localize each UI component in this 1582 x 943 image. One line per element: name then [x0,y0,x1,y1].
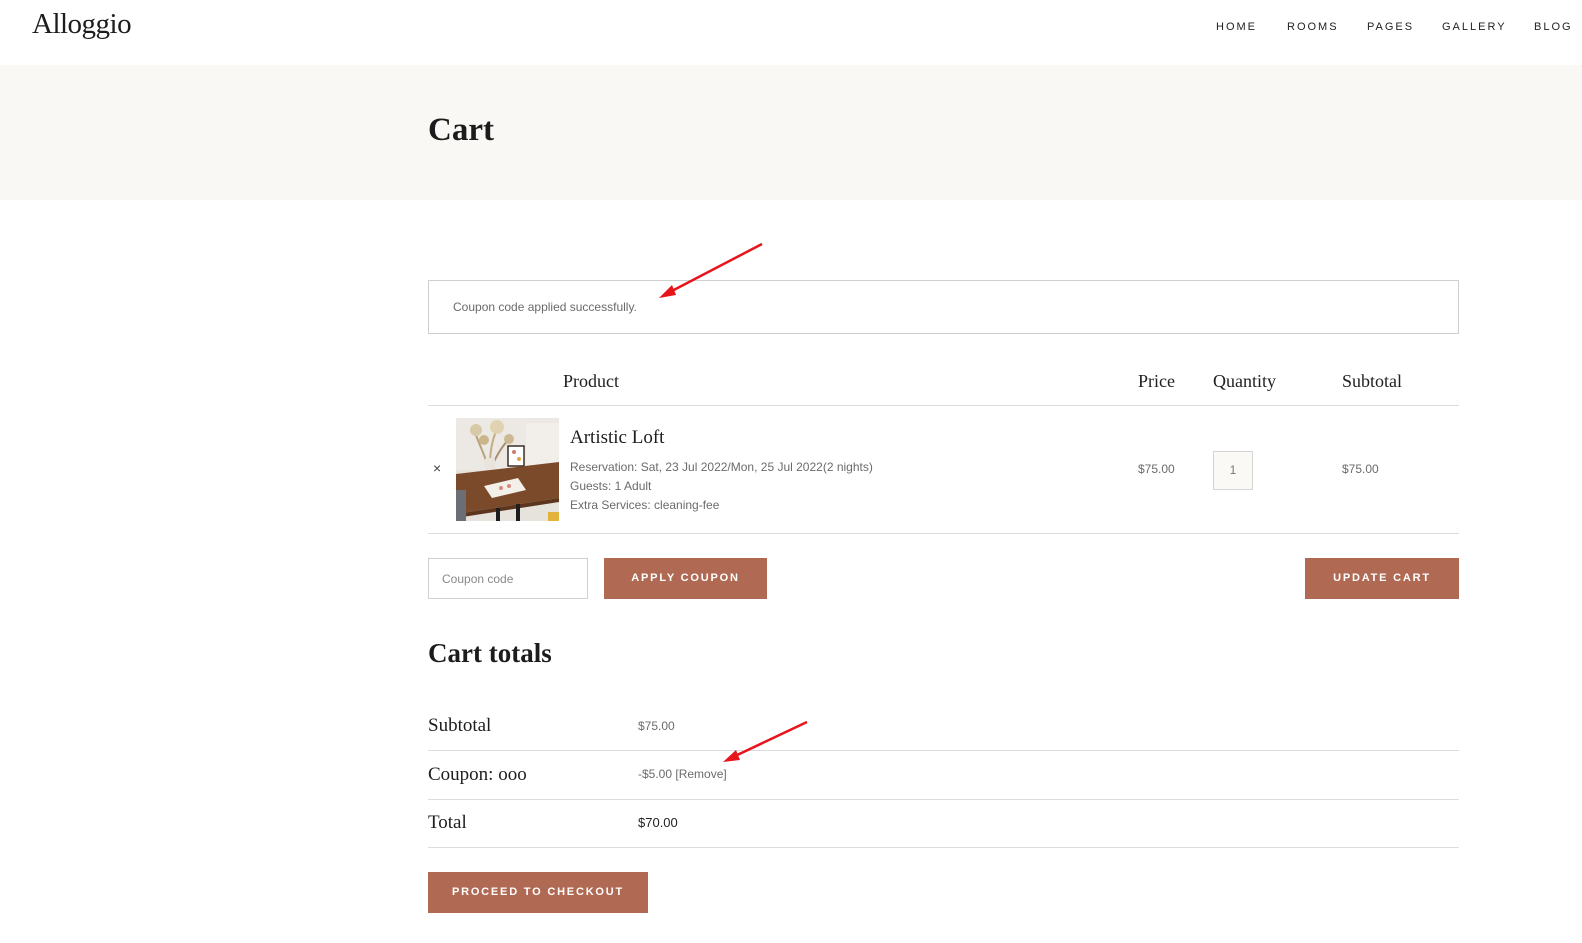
coupon-discount-amount: -$5.00 [638,767,673,781]
page-title-band [0,65,1582,200]
totals-coupon-label: Coupon: ooo [428,764,527,785]
room-photo-icon [456,418,559,521]
totals-subtotal-value: $75.00 [638,719,675,733]
extra-services: Extra Services: cleaning-fee [570,498,720,512]
nav-rooms[interactable]: ROOMS [1287,21,1339,33]
apply-coupon-button[interactable]: APPLY COUPON [604,558,767,599]
quantity-input[interactable]: 1 [1213,451,1253,490]
totals-divider [428,847,1459,848]
nav-pages[interactable]: PAGES [1367,21,1414,33]
totals-total-value: $70.00 [638,815,678,830]
item-subtotal: $75.00 [1342,462,1379,476]
nav-gallery[interactable]: GALLERY [1442,21,1507,33]
product-thumbnail[interactable] [456,418,559,521]
nav-home[interactable]: HOME [1216,21,1257,33]
site-header: Alloggio HOME ROOMS PAGES GALLERY BLOG [0,0,1582,65]
remove-item-icon[interactable]: × [433,460,441,476]
update-cart-button[interactable]: UPDATE CART [1305,558,1459,599]
totals-divider [428,750,1459,751]
column-header-quantity: Quantity [1213,371,1276,391]
notice-text: Coupon code applied successfully. [453,300,637,314]
totals-subtotal-label: Subtotal [428,715,492,736]
coupon-success-notice: Coupon code applied successfully. [428,280,1459,334]
totals-coupon-value: -$5.00 [Remove] [638,767,727,781]
product-name-link[interactable]: Artistic Loft [570,427,664,449]
reservation-dates: Reservation: Sat, 23 Jul 2022/Mon, 25 Ju… [570,460,873,474]
page-title: Cart [428,112,494,148]
column-header-product: Product [563,371,619,391]
guests-info: Guests: 1 Adult [570,479,652,493]
site-logo[interactable]: Alloggio [32,8,132,41]
table-divider [428,405,1459,406]
column-header-price: Price [1138,371,1175,391]
annotation-arrow-icon [723,720,808,762]
column-header-subtotal: Subtotal [1342,371,1403,391]
coupon-code-input[interactable] [428,558,588,599]
totals-divider [428,799,1459,800]
nav-blog[interactable]: BLOG [1534,21,1582,33]
item-price: $75.00 [1138,462,1175,476]
totals-total-label: Total [428,812,467,833]
table-divider [428,533,1459,534]
cart-totals-title: Cart totals [428,638,552,668]
remove-coupon-link[interactable]: [Remove] [675,767,726,781]
proceed-to-checkout-button[interactable]: PROCEED TO CHECKOUT [428,872,648,913]
